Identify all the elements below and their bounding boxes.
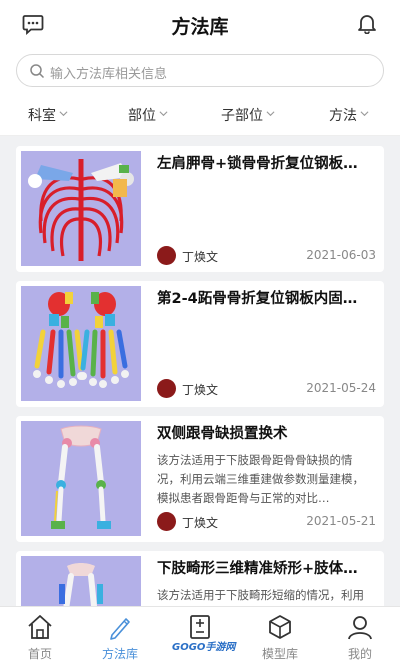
tab-methods[interactable]: 方法库 bbox=[80, 607, 160, 666]
filter-bar: 科室 部位 子部位 方法 bbox=[0, 94, 400, 136]
tab-label: 方法库 bbox=[101, 647, 138, 661]
tab-label: 首页 bbox=[27, 647, 52, 661]
search-icon bbox=[30, 64, 45, 79]
home-icon bbox=[28, 615, 52, 639]
chevron-down-icon bbox=[59, 111, 68, 117]
filter-label: 部位 bbox=[128, 108, 156, 124]
bottom-tab-bar: 首页 方法库 模型库 我的 bbox=[0, 606, 400, 666]
filter-label: 子部位 bbox=[221, 108, 263, 124]
author-name: 丁焕文 bbox=[182, 383, 219, 397]
author-name: 丁焕文 bbox=[182, 250, 219, 264]
pen-icon bbox=[110, 618, 130, 640]
avatar bbox=[157, 246, 176, 265]
tab-models[interactable]: 模型库 bbox=[240, 607, 320, 666]
method-list: 左肩胛骨+锁骨骨折复位钢板… 丁焕文 2021-06-03 第2-4跖骨骨折复位… bbox=[0, 136, 400, 606]
search-bar-container: 输入方法库相关信息 bbox=[0, 48, 400, 94]
tab-label: 我的 bbox=[347, 647, 372, 661]
tab-profile[interactable]: 我的 bbox=[320, 607, 400, 666]
avatar bbox=[157, 512, 176, 531]
tab-calculator[interactable] bbox=[160, 607, 240, 666]
method-thumbnail bbox=[21, 556, 141, 606]
cube-icon bbox=[269, 615, 291, 639]
author-name: 丁焕文 bbox=[182, 516, 219, 530]
app-header: 方法库 bbox=[0, 0, 400, 48]
tab-label: 模型库 bbox=[261, 647, 298, 661]
publish-date: 2021-05-24 bbox=[306, 381, 376, 395]
user-icon bbox=[348, 616, 372, 640]
filter-method[interactable]: 方法 bbox=[329, 105, 369, 125]
chevron-down-icon bbox=[159, 111, 168, 117]
filter-department[interactable]: 科室 bbox=[28, 105, 68, 125]
method-title: 双侧跟骨缺损置换术 bbox=[157, 426, 288, 442]
method-title: 下肢畸形三维精准矫形+肢体… bbox=[157, 561, 358, 577]
chevron-down-icon bbox=[360, 111, 369, 117]
filter-body-part[interactable]: 部位 bbox=[128, 105, 168, 125]
publish-date: 2021-06-03 bbox=[306, 248, 376, 262]
method-card[interactable]: 第2-4跖骨骨折复位钢板内固… 丁焕文 2021-05-24 bbox=[16, 281, 384, 407]
avatar bbox=[157, 379, 176, 398]
method-description: 该方法适用于下肢跟骨距骨骨缺损的情况，利用云端三维重建做参数测量建模，模拟患者跟… bbox=[157, 453, 364, 505]
search-input[interactable]: 输入方法库相关信息 bbox=[16, 54, 384, 87]
filter-label: 方法 bbox=[329, 108, 357, 124]
watermark-text: GOGO手游网 bbox=[172, 642, 236, 653]
search-placeholder: 输入方法库相关信息 bbox=[50, 67, 168, 82]
method-title: 左肩胛骨+锁骨骨折复位钢板… bbox=[157, 156, 358, 172]
page-title: 方法库 bbox=[171, 16, 229, 38]
method-thumbnail bbox=[21, 421, 141, 536]
bell-icon[interactable] bbox=[356, 12, 378, 34]
method-thumbnail bbox=[21, 151, 141, 266]
method-card[interactable]: 左肩胛骨+锁骨骨折复位钢板… 丁焕文 2021-06-03 bbox=[16, 146, 384, 272]
filter-label: 科室 bbox=[28, 108, 56, 124]
publish-date: 2021-05-21 bbox=[306, 514, 376, 528]
method-thumbnail bbox=[21, 286, 141, 401]
method-description: 该方法适用于下肢畸形短缩的情况，利用云端三维重建做参数测量建模 bbox=[157, 588, 364, 602]
chevron-down-icon bbox=[266, 111, 275, 117]
tab-home[interactable]: 首页 bbox=[0, 607, 80, 666]
method-title: 第2-4跖骨骨折复位钢板内固… bbox=[157, 291, 358, 307]
filter-sub-part[interactable]: 子部位 bbox=[221, 105, 275, 125]
calculator-icon bbox=[190, 615, 210, 639]
method-card[interactable]: 下肢畸形三维精准矫形+肢体… 该方法适用于下肢畸形短缩的情况，利用云端三维重建做… bbox=[16, 551, 384, 606]
method-card[interactable]: 双侧跟骨缺损置换术 该方法适用于下肢跟骨距骨骨缺损的情况，利用云端三维重建做参数… bbox=[16, 416, 384, 542]
